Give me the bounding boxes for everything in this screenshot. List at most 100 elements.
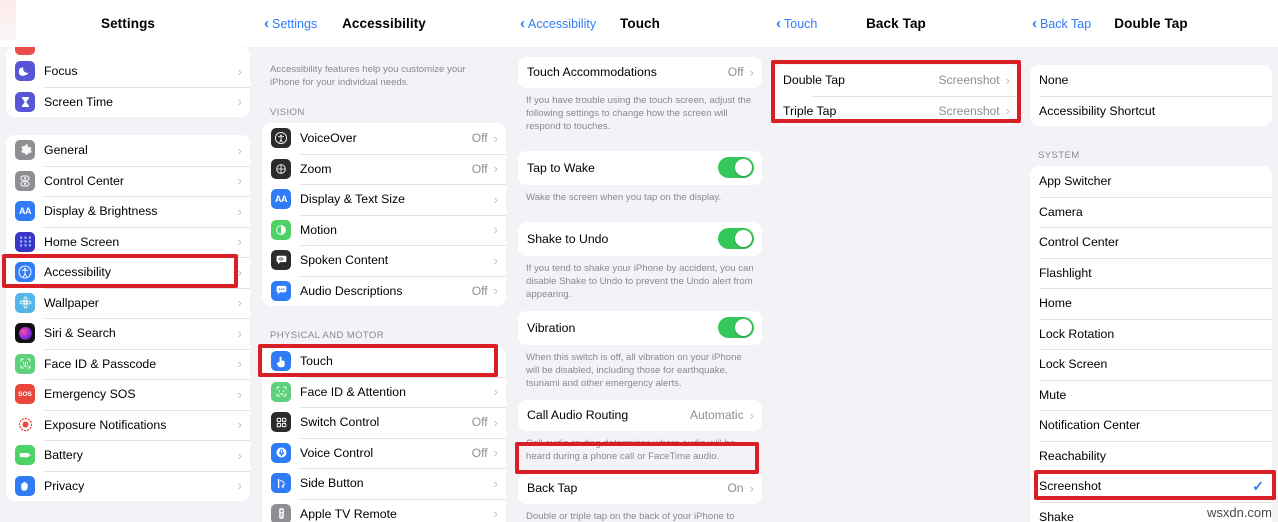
accessibility-row-voice-control[interactable]: Voice Control Off › (262, 437, 506, 468)
settings-row-screen-time[interactable]: Screen Time › (6, 86, 250, 117)
partial-group (6, 47, 250, 56)
settings-list[interactable]: Focus › Screen Time › General › Control … (0, 47, 256, 522)
double-tap-option-lock-screen[interactable]: Lock Screen (1030, 349, 1272, 380)
row-label: Call Audio Routing (527, 408, 629, 422)
settings-row-home-screen[interactable]: Home Screen › (6, 226, 250, 257)
display-text-size-icon: AA (271, 189, 291, 210)
back-label: Touch (784, 16, 818, 31)
back-tap-list[interactable]: Double Tap Screenshot › Triple Tap Scree… (768, 47, 1024, 522)
navbar-accessibility: ‹ Settings Accessibility (256, 0, 512, 47)
back-button-accessibility[interactable]: ‹ Accessibility (520, 16, 596, 31)
settings-row-display-brightness[interactable]: AA Display & Brightness › (6, 196, 250, 227)
row-label: Apple TV Remote (300, 506, 397, 521)
row-label: Motion (300, 222, 337, 237)
navbar-double-tap: ‹ Back Tap Double Tap (1024, 0, 1278, 47)
privacy-hand-icon (15, 475, 35, 496)
touch-row-vibration[interactable]: Vibration (518, 310, 762, 345)
double-tap-option-screenshot[interactable]: Screenshot ✓ (1030, 471, 1272, 502)
touch-row-call-audio-routing[interactable]: Call Audio Routing Automatic › (518, 399, 762, 431)
chevron-right-icon: › (237, 417, 242, 433)
chevron-right-icon: › (493, 222, 498, 238)
shake-to-undo-toggle[interactable] (718, 228, 754, 249)
double-tap-option-home[interactable]: Home (1030, 288, 1272, 319)
accessibility-row-motion[interactable]: Motion › (262, 214, 506, 245)
row-label: Zoom (300, 161, 332, 176)
group-call-audio-routing: Call Audio Routing Automatic › (518, 399, 762, 431)
row-label: Privacy (44, 478, 85, 493)
double-tap-option-notification-center[interactable]: Notification Center (1030, 410, 1272, 441)
accessibility-row-side-button[interactable]: Side Button › (262, 468, 506, 499)
row-label: Camera (1039, 204, 1083, 219)
accessibility-row-zoom[interactable]: Zoom Off › (262, 153, 506, 184)
accessibility-row-spoken-content[interactable]: Spoken Content › (262, 245, 506, 276)
panel-touch: ‹ Accessibility Touch Touch Accommodatio… (512, 0, 768, 522)
accessibility-row-audio-descriptions[interactable]: Audio Descriptions Off › (262, 275, 506, 306)
settings-row-wallpaper[interactable]: Wallpaper › (6, 287, 250, 318)
accessibility-row-switch-control[interactable]: Switch Control Off › (262, 407, 506, 438)
settings-row-accessibility[interactable]: Accessibility › (6, 257, 250, 288)
double-tap-list[interactable]: None Accessibility Shortcut SYSTEM App S… (1024, 47, 1278, 522)
row-value: Off (471, 283, 488, 298)
settings-row-general[interactable]: General › (6, 135, 250, 166)
row-label: Double Tap (783, 73, 845, 88)
back-tap-row-triple-tap[interactable]: Triple Tap Screenshot › (774, 95, 1018, 126)
panel-settings: Settings Focus › Screen Time › General ›… (0, 0, 256, 522)
accessibility-person-icon (15, 262, 35, 283)
double-tap-option-accessibility-shortcut[interactable]: Accessibility Shortcut (1030, 95, 1272, 126)
double-tap-option-none[interactable]: None (1030, 65, 1272, 96)
exposure-notifications-icon (15, 414, 35, 435)
chevron-right-icon: › (237, 356, 242, 372)
section-header-physical-motor: PHYSICAL AND MOTOR (270, 330, 384, 341)
vibration-toggle[interactable] (718, 317, 754, 338)
back-button-touch[interactable]: ‹ Touch (776, 16, 817, 31)
row-value: On (727, 481, 744, 495)
partial-row-notifications[interactable] (6, 47, 250, 56)
accessibility-row-voiceover[interactable]: VoiceOver Off › (262, 123, 506, 154)
back-button-settings[interactable]: ‹ Settings (264, 16, 317, 31)
notifications-icon (15, 47, 35, 55)
settings-row-privacy[interactable]: Privacy › (6, 470, 250, 501)
chevron-right-icon: › (493, 506, 498, 522)
chevron-right-icon: › (493, 445, 498, 461)
settings-row-exposure-notifications[interactable]: Exposure Notifications › (6, 409, 250, 440)
group-vision: VoiceOver Off › Zoom Off › AA Display & … (262, 123, 506, 306)
double-tap-option-lock-rotation[interactable]: Lock Rotation (1030, 318, 1272, 349)
settings-row-siri-search[interactable]: Siri & Search › (6, 318, 250, 349)
accessibility-list[interactable]: Accessibility features help you customiz… (256, 47, 512, 522)
row-label: Lock Rotation (1039, 326, 1115, 341)
double-tap-option-app-switcher[interactable]: App Switcher (1030, 166, 1272, 197)
touch-row-shake-to-undo[interactable]: Shake to Undo (518, 221, 762, 256)
accessibility-row-face-id-attention[interactable]: Face ID & Attention › (262, 376, 506, 407)
settings-row-emergency-sos[interactable]: SOS Emergency SOS › (6, 379, 250, 410)
accessibility-row-display-text-size[interactable]: AA Display & Text Size › (262, 184, 506, 215)
row-label: Display & Text Size (300, 192, 406, 207)
double-tap-option-camera[interactable]: Camera (1030, 196, 1272, 227)
back-tap-row-double-tap[interactable]: Double Tap Screenshot › (774, 65, 1018, 96)
row-label: Exposure Notifications (44, 417, 167, 432)
switch-control-icon (271, 412, 291, 433)
row-label: Control Center (1039, 235, 1119, 250)
double-tap-option-mute[interactable]: Mute (1030, 379, 1272, 410)
row-label: Switch Control (300, 415, 380, 430)
touch-row-touch-accommodations[interactable]: Touch Accommodations Off › (518, 57, 762, 88)
settings-row-battery[interactable]: Battery › (6, 440, 250, 471)
touch-list[interactable]: Touch Accommodations Off › If you have t… (512, 47, 768, 522)
row-label: Voice Control (300, 445, 374, 460)
touch-row-back-tap[interactable]: Back Tap On › (518, 472, 762, 504)
back-button-back-tap[interactable]: ‹ Back Tap (1032, 16, 1091, 31)
tap-to-wake-toggle[interactable] (718, 157, 754, 178)
double-tap-option-reachability[interactable]: Reachability (1030, 440, 1272, 471)
accessibility-row-touch[interactable]: Touch › (262, 346, 506, 377)
chevron-right-icon: › (237, 264, 242, 280)
double-tap-option-flashlight[interactable]: Flashlight (1030, 257, 1272, 288)
settings-row-face-id-passcode[interactable]: Face ID & Passcode › (6, 348, 250, 379)
double-tap-option-control-center[interactable]: Control Center (1030, 227, 1272, 258)
accessibility-row-apple-tv-remote[interactable]: Apple TV Remote › (262, 498, 506, 522)
settings-row-control-center[interactable]: Control Center › (6, 165, 250, 196)
chevron-right-icon: › (493, 475, 498, 491)
row-label: Screen Time (44, 94, 114, 109)
touch-row-tap-to-wake[interactable]: Tap to Wake (518, 150, 762, 185)
settings-row-focus[interactable]: Focus › (6, 56, 250, 87)
